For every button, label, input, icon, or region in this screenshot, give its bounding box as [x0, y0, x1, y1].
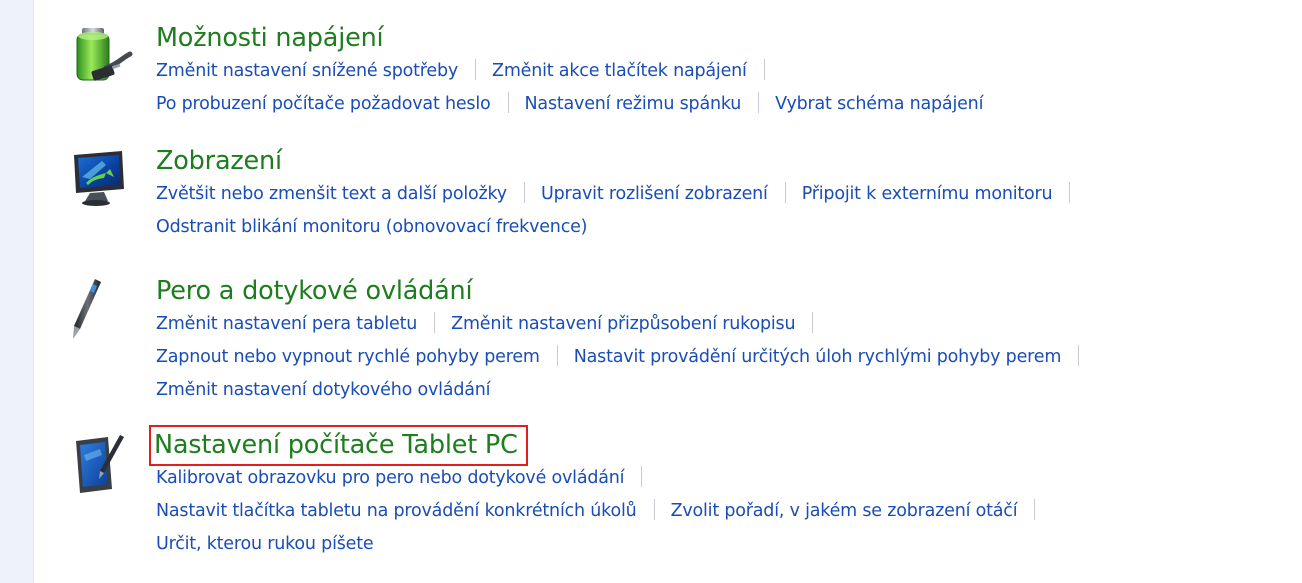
pen-icon[interactable] [68, 277, 138, 341]
battery-power-icon[interactable] [68, 24, 138, 88]
link-row: Zapnout nebo vypnout rychlé pohyby perem… [156, 341, 1095, 374]
left-sidebar-strip [0, 0, 34, 583]
link-row: Kalibrovat obrazovku pro pero nebo dotyk… [156, 462, 1051, 495]
link-change-tablet-pen-settings[interactable]: Změnit nastavení pera tabletu [156, 314, 417, 334]
link-separator [556, 345, 558, 366]
link-row: Změnit nastavení pera tabletu Změnit nast… [156, 308, 1095, 341]
section-title-display[interactable]: Zobrazení [156, 145, 282, 178]
link-row: Změnit nastavení dotykového ovládání [156, 374, 1095, 407]
link-separator [653, 499, 655, 520]
link-specify-handedness[interactable]: Určit, kterou rukou píšete [156, 534, 374, 554]
link-row: Nastavit tlačítka tabletu na provádění k… [156, 495, 1051, 528]
link-row: Odstranit blikání monitoru (obnovovací f… [156, 211, 1086, 244]
link-fix-monitor-flicker[interactable]: Odstranit blikání monitoru (obnovovací f… [156, 217, 588, 237]
section-title-power-options[interactable]: Možnosti napájení [156, 22, 384, 55]
monitor-icon[interactable] [68, 147, 138, 211]
link-separator [434, 312, 436, 333]
link-require-password-on-wake[interactable]: Po probuzení počítače požadovat heslo [156, 94, 491, 114]
link-row: Zvětšit nebo zmenšit text a další položk… [156, 178, 1086, 211]
link-separator [523, 182, 525, 203]
link-separator [763, 59, 765, 80]
link-choose-power-plan[interactable]: Vybrat schéma napájení [775, 94, 983, 114]
section-title-tablet-pc-settings[interactable]: Nastavení počítače Tablet PC [149, 425, 528, 466]
display-body: Zobrazení Zvětšit nebo zmenšit text a da… [156, 145, 1086, 244]
tablet-pc-icon[interactable] [68, 431, 138, 495]
link-separator [1069, 182, 1071, 203]
link-separator [812, 312, 814, 333]
link-set-tablet-buttons[interactable]: Nastavit tlačítka tabletu na provádění k… [156, 501, 637, 521]
link-set-flicks-tasks[interactable]: Nastavit provádění určitých úloh rychlým… [574, 347, 1062, 367]
link-separator [475, 59, 477, 80]
link-separator [507, 92, 509, 113]
link-sleep-settings[interactable]: Nastavení režimu spánku [525, 94, 742, 114]
link-choose-screen-rotation-order[interactable]: Zvolit pořadí, v jakém se zobrazení otáč… [671, 501, 1018, 521]
link-adjust-resolution[interactable]: Upravit rozlišení zobrazení [541, 184, 768, 204]
link-calibrate-screen[interactable]: Kalibrovat obrazovku pro pero nebo dotyk… [156, 468, 625, 488]
link-separator [1078, 345, 1080, 366]
section-title-pen-and-touch[interactable]: Pero a dotykové ovládání [156, 275, 473, 308]
link-row: Určit, kterou rukou píšete [156, 528, 1051, 561]
power-options-body: Možnosti napájení Změnit nastavení sníže… [156, 22, 983, 121]
link-change-power-buttons[interactable]: Změnit akce tlačítek napájení [492, 61, 747, 81]
link-change-power-saving-settings[interactable]: Změnit nastavení snížené spotřeby [156, 61, 458, 81]
link-toggle-flicks[interactable]: Zapnout nebo vypnout rychlé pohyby perem [156, 347, 540, 367]
link-row: Po probuzení počítače požadovat heslo Nas… [156, 88, 983, 121]
link-change-handwriting-personalization[interactable]: Změnit nastavení přizpůsobení rukopisu [451, 314, 795, 334]
link-separator [758, 92, 760, 113]
link-connect-external-monitor[interactable]: Připojit k externímu monitoru [802, 184, 1053, 204]
link-resize-text[interactable]: Zvětšit nebo zmenšit text a další položk… [156, 184, 507, 204]
pen-and-touch-body: Pero a dotykové ovládání Změnit nastaven… [156, 275, 1095, 407]
link-row: Změnit nastavení snížené spotřeby Změnit … [156, 55, 983, 88]
link-separator [1034, 499, 1036, 520]
tablet-pc-settings-body: Nastavení počítače Tablet PC Kalibrovat … [149, 425, 1051, 561]
link-separator [641, 466, 643, 487]
link-change-touch-settings[interactable]: Změnit nastavení dotykového ovládání [156, 380, 491, 400]
link-separator [784, 182, 786, 203]
